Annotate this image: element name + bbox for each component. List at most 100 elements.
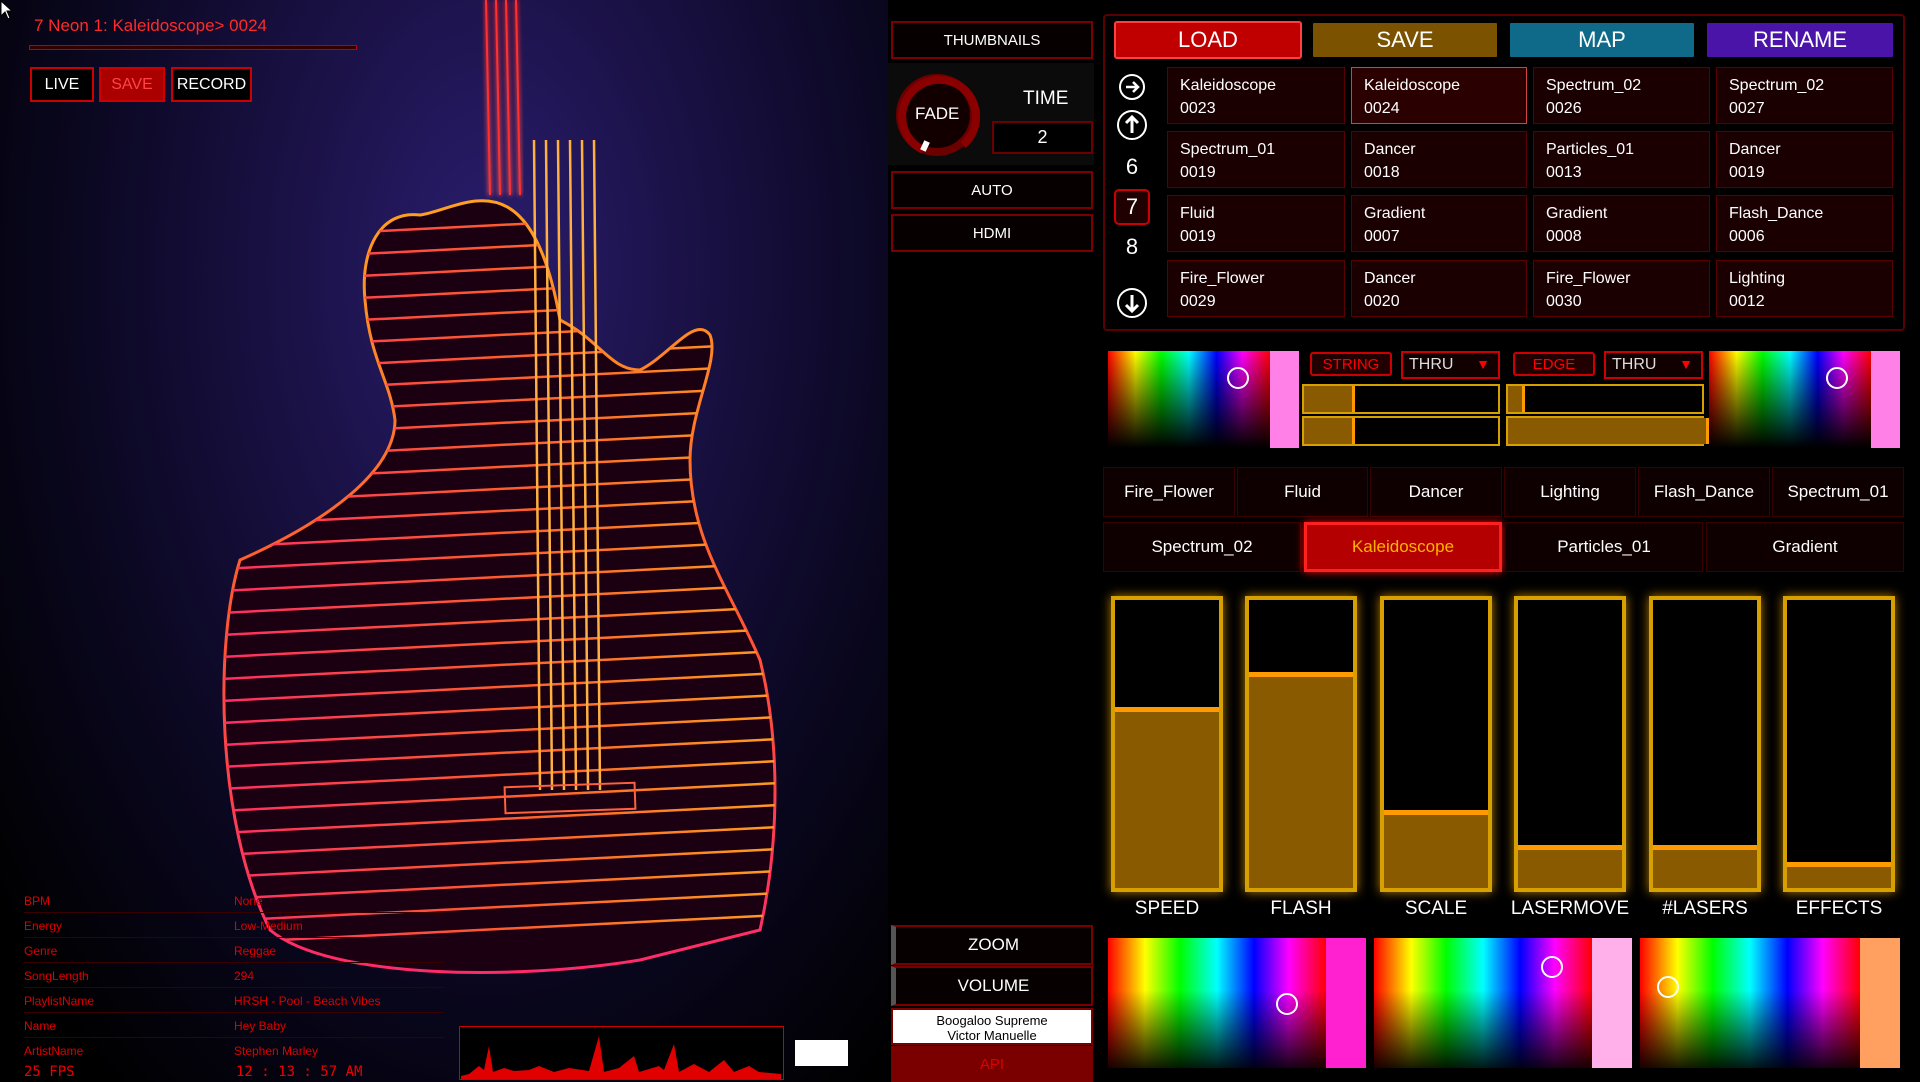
chevron-down-icon: ▼ xyxy=(1679,356,1693,372)
preset-cell-selected[interactable]: Kaleidoscope 0024 xyxy=(1351,67,1527,124)
lasers-count-label: #LASERS xyxy=(1662,898,1748,919)
now-playing: Boogaloo Supreme Victor Manuelle xyxy=(891,1008,1093,1045)
string-tag: STRING xyxy=(1310,352,1392,376)
color-picker-2[interactable] xyxy=(1374,938,1592,1068)
hdmi-button[interactable]: HDMI xyxy=(891,214,1093,252)
api-button[interactable]: API xyxy=(891,1046,1093,1082)
now-playing-artist: Victor Manuelle xyxy=(947,1028,1037,1043)
string-color-swatch xyxy=(1270,351,1299,448)
lasermove-slider[interactable] xyxy=(1514,596,1626,892)
preset-cell[interactable]: Gradient 0007 xyxy=(1351,195,1527,252)
map-button[interactable]: MAP xyxy=(1508,21,1696,59)
string-color-picker[interactable] xyxy=(1108,351,1270,448)
audio-waveform xyxy=(459,1026,784,1080)
preset-cell[interactable]: Dancer 0018 xyxy=(1351,131,1527,188)
tab-spectrum-01[interactable]: Spectrum_01 xyxy=(1772,467,1904,517)
color-picker-3-knob[interactable] xyxy=(1657,976,1679,998)
preset-cell[interactable]: Fluid 0019 xyxy=(1167,195,1345,252)
page-current-number[interactable]: 7 xyxy=(1114,189,1150,225)
preset-cell[interactable]: Gradient 0008 xyxy=(1533,195,1710,252)
thumbnails-button[interactable]: THUMBNAILS xyxy=(891,21,1093,59)
meta-row-artist: ArtistName Stephen Marley xyxy=(24,1044,319,1058)
edge-color-swatch xyxy=(1871,351,1900,448)
edge-color-picker[interactable] xyxy=(1709,351,1871,448)
string-mode-dropdown[interactable]: THRU ▼ xyxy=(1401,351,1500,379)
scale-slider[interactable] xyxy=(1380,596,1492,892)
edge-tag: EDGE xyxy=(1513,352,1595,376)
preset-cell[interactable]: Dancer 0019 xyxy=(1716,131,1893,188)
preset-cell[interactable]: Fire_Flower 0029 xyxy=(1167,260,1345,317)
clock-readout: 12 : 13 : 57 AM xyxy=(236,1064,363,1080)
save-recording-button[interactable]: SAVE xyxy=(99,67,165,102)
edge-color-knob[interactable] xyxy=(1826,367,1848,389)
string-brightness-bar[interactable] xyxy=(1302,384,1500,414)
page-up-arrow-icon[interactable] xyxy=(1114,107,1150,143)
preset-cell[interactable]: Lighting 0012 xyxy=(1716,260,1893,317)
preset-cell[interactable]: Particles_01 0013 xyxy=(1533,131,1710,188)
effects-slider[interactable] xyxy=(1783,596,1895,892)
record-button[interactable]: RECORD xyxy=(171,67,252,102)
time-input[interactable]: 2 xyxy=(992,121,1093,154)
scale-label: SCALE xyxy=(1404,898,1468,919)
color-picker-1-swatch xyxy=(1326,938,1366,1068)
preset-cell[interactable]: Spectrum_01 0019 xyxy=(1167,131,1345,188)
tab-gradient[interactable]: Gradient xyxy=(1706,522,1904,572)
meta-row-songlength: SongLength 294 xyxy=(24,963,444,988)
fps-readout: 25 FPS xyxy=(24,1064,75,1080)
string-color-knob[interactable] xyxy=(1227,367,1249,389)
auto-button[interactable]: AUTO xyxy=(891,171,1093,209)
speed-label: SPEED xyxy=(1134,898,1200,919)
preset-cell[interactable]: Dancer 0020 xyxy=(1351,260,1527,317)
save-button[interactable]: SAVE xyxy=(1311,21,1499,59)
flash-slider[interactable] xyxy=(1245,596,1357,892)
color-picker-3[interactable] xyxy=(1640,938,1860,1068)
meta-row-energy: Energy Low-Medium xyxy=(24,913,444,938)
color-picker-2-knob[interactable] xyxy=(1541,956,1563,978)
page-down-arrow-icon[interactable] xyxy=(1114,285,1150,321)
lasermove-label: LASERMOVE xyxy=(1510,898,1630,919)
preset-cell[interactable]: Spectrum_02 0027 xyxy=(1716,67,1893,124)
tab-kaleidoscope[interactable]: Kaleidoscope xyxy=(1304,522,1502,572)
live-button[interactable]: LIVE xyxy=(30,67,94,102)
color-picker-2-swatch xyxy=(1592,938,1632,1068)
color-swatch xyxy=(795,1040,848,1066)
edge-mode-dropdown[interactable]: THRU ▼ xyxy=(1604,351,1703,379)
tab-fluid[interactable]: Fluid xyxy=(1237,467,1368,517)
tab-spectrum-02[interactable]: Spectrum_02 xyxy=(1103,522,1301,572)
edge-saturation-bar[interactable] xyxy=(1506,416,1709,446)
tab-fire-flower[interactable]: Fire_Flower xyxy=(1103,467,1235,517)
rename-button[interactable]: RENAME xyxy=(1705,21,1895,59)
string-saturation-bar[interactable] xyxy=(1302,416,1500,446)
meta-row-playlist: PlaylistName HRSH - Pool - Beach Vibes xyxy=(24,988,444,1013)
current-preset-title: 7 Neon 1: Kaleidoscope> 0024 xyxy=(34,16,267,35)
page-next-number[interactable]: 8 xyxy=(1114,229,1150,265)
forward-arrow-icon[interactable] xyxy=(1114,69,1150,105)
meta-row-bpm: BPM None xyxy=(24,888,444,913)
effects-label: EFFECTS xyxy=(1795,898,1883,919)
load-button[interactable]: LOAD xyxy=(1114,21,1302,59)
meta-row-genre: Genre Reggae xyxy=(24,938,444,963)
tab-flash-dance[interactable]: Flash_Dance xyxy=(1638,467,1770,517)
lasers-count-slider[interactable] xyxy=(1649,596,1761,892)
preset-cell[interactable]: Fire_Flower 0030 xyxy=(1533,260,1710,317)
tab-dancer[interactable]: Dancer xyxy=(1370,467,1502,517)
color-picker-1-knob[interactable] xyxy=(1276,993,1298,1015)
speed-slider[interactable] xyxy=(1111,596,1223,892)
edge-brightness-bar[interactable] xyxy=(1506,384,1704,414)
tab-lighting[interactable]: Lighting xyxy=(1504,467,1636,517)
preset-cell[interactable]: Kaleidoscope 0023 xyxy=(1167,67,1345,124)
meta-row-name: Name Hey Baby xyxy=(24,1013,444,1038)
preset-cell[interactable]: Spectrum_02 0026 xyxy=(1533,67,1710,124)
mouse-cursor-icon xyxy=(0,0,14,20)
color-picker-3-swatch xyxy=(1860,938,1900,1068)
zoom-slider[interactable]: ZOOM xyxy=(891,925,1093,965)
chevron-down-icon: ▼ xyxy=(1476,356,1490,372)
volume-slider[interactable]: VOLUME xyxy=(891,966,1093,1006)
fade-label: FADE xyxy=(915,104,960,123)
preset-cell[interactable]: Flash_Dance 0006 xyxy=(1716,195,1893,252)
render-viewport: 7 Neon 1: Kaleidoscope> 0024 LIVE SAVE R… xyxy=(0,0,888,1082)
flash-label: FLASH xyxy=(1270,898,1332,919)
page-prev-number[interactable]: 6 xyxy=(1114,149,1150,185)
time-label: TIME xyxy=(1023,88,1069,109)
tab-particles-01[interactable]: Particles_01 xyxy=(1505,522,1703,572)
